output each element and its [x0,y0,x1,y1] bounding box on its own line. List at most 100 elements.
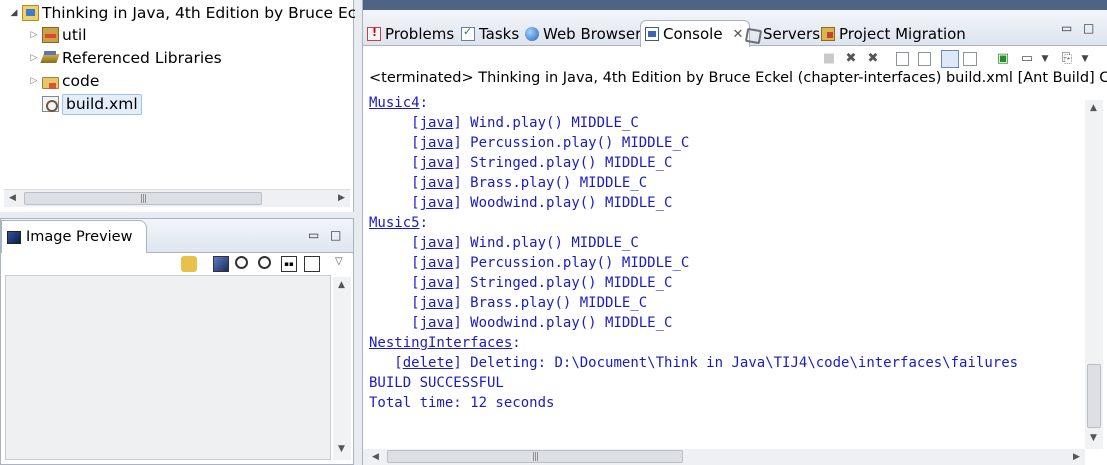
tree-item-util[interactable]: ▷ util [28,24,87,46]
sync-icon[interactable] [181,256,197,272]
open-console-icon[interactable]: ⎘ [1059,51,1075,67]
zoom-out-icon[interactable] [235,256,248,269]
tree-item-referenced-libraries[interactable]: ▷ Referenced Libraries [28,47,222,69]
console-vertical-scrollbar[interactable]: ▲ ▼ [1085,100,1103,449]
tree-item-code[interactable]: ▷ code [28,70,100,92]
console-line: Music4: [369,93,1079,113]
minimize-icon[interactable]: ▭ [308,228,319,242]
console-tabstrip: Problems Tasks Web Browser Console ✕ Ser… [363,10,1107,47]
ant-task-link[interactable]: java [420,195,454,211]
console-line: BUILD SUCCESSFUL [369,373,1079,393]
ant-task-link[interactable]: delete [403,355,454,371]
console-output[interactable]: Music4: [java] Wind.play() MIDDLE_C [jav… [369,93,1079,413]
fit-window-icon[interactable] [304,256,320,272]
ant-task-link[interactable]: java [420,275,454,291]
expand-arrow-icon[interactable]: ◢ [8,2,20,24]
maximize-icon[interactable]: □ [1083,21,1094,35]
console-text: Total time: 12 seconds [369,395,555,411]
scroll-up-icon[interactable]: ▲ [1085,100,1102,117]
bracket: [ [411,315,420,331]
tree-item-build-xml[interactable]: build.xml [40,93,142,115]
show-on-error-icon[interactable] [963,52,977,66]
bracket: [ [411,255,420,271]
scrollbar-thumb[interactable] [1087,364,1101,428]
package-icon [42,27,59,43]
tab-image-preview[interactable]: Image Preview [1,220,147,253]
scrollbar-thumb[interactable]: ||| [387,450,683,463]
pin-console-icon[interactable]: ▣ [995,51,1011,67]
scroll-down-icon[interactable]: ▼ [1085,430,1102,447]
scroll-down-icon[interactable]: ▼ [333,441,350,458]
library-icon [42,50,59,66]
folder-icon [42,77,59,89]
terminate-icon[interactable]: ■ [821,51,837,67]
ant-target-link[interactable]: Music4 [369,95,420,111]
scroll-left-icon[interactable]: ◀ [4,190,21,207]
dropdown-icon[interactable]: ▼ [1037,51,1053,67]
scroll-lock-icon[interactable] [918,52,931,66]
tree-item-label: Thinking in Java, 4th Edition by Bruce E… [42,4,375,22]
scroll-up-icon[interactable]: ▲ [333,277,350,294]
collapse-arrow-icon[interactable]: ▷ [28,70,40,92]
remove-all-terminated-icon[interactable]: ✖ [865,51,881,67]
tab-tasks[interactable]: Tasks [461,22,519,46]
bracket: ] [453,255,462,271]
console-horizontal-scrollbar[interactable]: ◀ ||| ▶ [363,449,1085,465]
zoom-in-icon[interactable] [258,256,271,269]
actual-size-icon[interactable]: ▪▪ [281,256,297,272]
console-line: Total time: 12 seconds [369,393,1079,413]
tab-console[interactable]: Console ✕ [640,20,751,47]
ant-target-link[interactable]: NestingInterfaces [369,335,512,351]
console-launch-header: <terminated> Thinking in Java, 4th Editi… [369,70,1107,86]
console-text: Wind.play() MIDDLE_C [461,235,639,251]
scroll-right-icon[interactable]: ▶ [333,190,350,207]
grip-icon: ||| [139,194,147,204]
ant-task-link[interactable]: java [420,155,454,171]
close-icon[interactable]: ✕ [733,27,744,42]
fit-image-icon[interactable] [213,256,229,272]
tab-project-migration[interactable]: Project Migration [821,22,966,46]
ant-task-link[interactable]: java [420,235,454,251]
console-text: BUILD SUCCESSFUL [369,375,504,391]
tab-servers[interactable]: Servers [745,22,820,46]
problems-icon [367,26,381,41]
explorer-horizontal-scrollbar[interactable]: ◀ ||| ▶ [4,189,350,207]
image-preview-vertical-scrollbar[interactable]: ▲ ▼ [333,277,351,460]
console-toolbar: ■ ✖ ✖ ▣ ▭ ▼ ⎘ ▼ [363,47,1107,69]
ant-task-link[interactable]: java [420,135,454,151]
sash[interactable] [355,0,362,465]
console-indent [369,155,411,171]
maximize-icon[interactable]: □ [330,228,341,242]
bracket: ] [453,315,462,331]
dropdown-icon[interactable]: ▼ [1077,51,1093,67]
remove-launch-icon[interactable]: ✖ [843,51,859,67]
scrollbar-thumb[interactable]: ||| [24,192,262,205]
console-line: [delete] Deleting: D:\Document\Think in … [369,353,1079,373]
scroll-right-icon[interactable]: ▶ [1068,449,1085,465]
scroll-left-icon[interactable]: ◀ [367,449,384,465]
console-line: [java] Stringed.play() MIDDLE_C [369,273,1079,293]
tab-label: Project Migration [839,25,966,43]
view-menu-icon[interactable]: ▽ [335,256,351,272]
bracket: ] [453,355,462,371]
ant-task-link[interactable]: java [420,295,454,311]
console-line: [java] Stringed.play() MIDDLE_C [369,153,1079,173]
console-indent [369,135,411,151]
tree-item-project[interactable]: ◢ Thinking in Java, 4th Edition by Bruce… [8,2,375,24]
collapse-arrow-icon[interactable]: ▷ [28,24,40,46]
ant-task-link[interactable]: java [420,115,454,131]
tab-problems[interactable]: Problems [367,22,454,46]
collapse-arrow-icon[interactable]: ▷ [28,47,40,69]
bracket: [ [411,275,420,291]
show-on-output-icon[interactable] [941,50,959,68]
minimize-icon[interactable]: ▭ [1061,21,1072,35]
ant-task-link[interactable]: java [420,255,454,271]
bracket: ] [453,235,462,251]
clear-console-icon[interactable] [896,52,909,66]
ant-task-link[interactable]: java [420,175,454,191]
ant-target-link[interactable]: Music5 [369,215,420,231]
bracket: ] [453,115,462,131]
tab-web-browser[interactable]: Web Browser [525,22,641,46]
display-selected-console-icon[interactable]: ▭ [1019,51,1035,67]
ant-task-link[interactable]: java [420,315,454,331]
